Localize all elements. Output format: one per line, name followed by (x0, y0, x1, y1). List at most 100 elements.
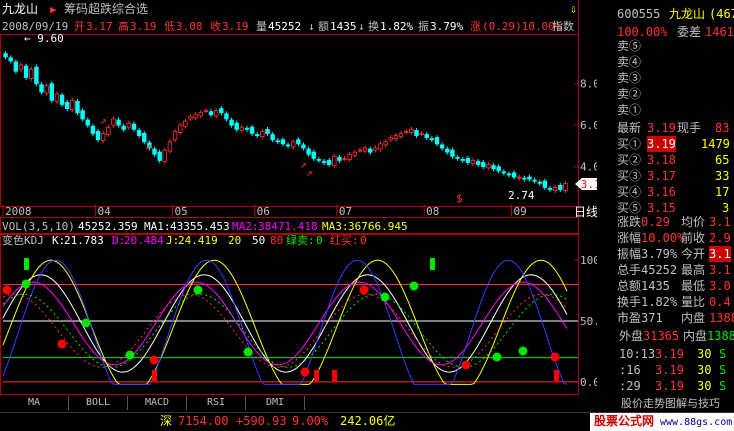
close-label: 收 (210, 20, 221, 33)
stat-value: 3.1 (709, 246, 731, 262)
tab-macd[interactable]: MACD (128, 396, 187, 410)
signal-bar (152, 370, 157, 382)
stat-value: 45252 (641, 263, 678, 277)
signal-dot (149, 355, 159, 365)
candle-body (198, 112, 203, 117)
chart-area[interactable]: 8.00 6.00 4.00 2008 04 05 06 07 08 09 日线 ← 9.60 2.74… (0, 0, 597, 412)
stat-label: 最高 (681, 263, 706, 277)
index-value: 7154.00 (178, 414, 229, 428)
tab-rsi[interactable]: RSI (187, 396, 246, 410)
candle-body (224, 113, 229, 120)
kdj-tick-label: 50.00 (580, 315, 597, 328)
candle-body (532, 179, 537, 182)
quote-stock-name: 九龙山 (669, 7, 706, 21)
stock-code: 600555 (617, 7, 661, 21)
stat-label: 均价 (681, 215, 706, 229)
candle-body (183, 120, 188, 127)
stock-name: 九龙山 (2, 2, 39, 16)
tab-ma[interactable]: MA (0, 396, 69, 410)
tab-dmi[interactable]: DMI (246, 396, 305, 410)
panel-footer-text[interactable]: 股价走势图解与技巧 (621, 396, 720, 412)
candle-body (59, 94, 65, 105)
buy-level-label: 买④ (617, 185, 642, 199)
trade-row: 10:13 3.19 30 S (597, 346, 734, 362)
candle-body (65, 101, 70, 109)
amplitude-label: 振 (418, 20, 429, 33)
outer-inner-row: 外盘 31365 内盘 1388 (597, 328, 734, 344)
candle-body (368, 148, 373, 153)
candle-body (496, 166, 501, 172)
ma2-label: MA2: (232, 220, 259, 233)
down-arrow-icon: ↓ (308, 20, 315, 33)
ma3-label: MA3: (322, 220, 349, 233)
open-value: 3.17 (86, 20, 113, 33)
candle-body (172, 131, 178, 141)
signal-dot (461, 360, 471, 370)
index-pct: 9.00% (292, 414, 329, 428)
candle-body (404, 131, 409, 133)
watermark-url: www.88gs.com (660, 417, 733, 428)
pin-icon[interactable]: ⇩ (570, 2, 582, 16)
current-hand-value: 83 (715, 121, 730, 135)
candle-body (219, 108, 224, 114)
trade-price: 3.19 (655, 363, 684, 377)
signal-dot (125, 350, 135, 360)
ohlc-info-line: 2008/09/19 开 3.17 高 3.19 低 3.08 收 3.19 量… (0, 20, 578, 33)
kdj-tick-label: 100.00 (580, 254, 597, 267)
candle-body (388, 137, 393, 141)
trade-time: :29 (619, 379, 641, 393)
signal-dot (21, 279, 31, 289)
buy-level-volume: 17 (715, 185, 730, 199)
stat-value: 1388 (709, 311, 734, 325)
candle-body (34, 66, 39, 85)
candle-body (244, 127, 250, 130)
latest-price: 3.19 (647, 121, 676, 135)
stat-label: 涨跌 (617, 215, 642, 229)
candle-body (517, 176, 522, 179)
candle-body (373, 147, 378, 151)
candle-body (75, 100, 80, 114)
signal-dot (57, 339, 67, 349)
trade-time: 10:13 (619, 347, 656, 361)
candle-body (316, 159, 322, 161)
candle-body (193, 114, 198, 119)
down-arrow-icon: ↓ (358, 20, 365, 33)
trade-volume: 30 (697, 347, 712, 361)
k-value: 21.783 (64, 234, 104, 247)
buy-level-price: 3.17 (647, 169, 676, 183)
buy-signal-icon: ↗ (145, 140, 152, 153)
stat-label: 换手 (617, 295, 642, 309)
candle-body (39, 84, 44, 93)
candle-body (434, 137, 440, 145)
candle-body (131, 123, 137, 130)
indicator-arrow-icon[interactable]: ▶ (50, 3, 57, 16)
indicator-name[interactable]: 筹码超跌综合选 (64, 3, 148, 16)
candle-body (95, 131, 101, 141)
candle-body (188, 116, 193, 120)
sell-signal-icon: $ (456, 192, 463, 205)
amplitude-value: 3.79% (430, 20, 464, 33)
volume-value: 45252 (268, 20, 302, 33)
signal-dot (492, 352, 502, 362)
latest-label: 最新 (617, 121, 642, 135)
ref-line-20: 20 (228, 234, 242, 247)
amount-label: 额 (318, 20, 329, 33)
buy-level-price: 3.16 (647, 185, 676, 199)
candle-body (398, 133, 404, 137)
candle-body (70, 99, 75, 111)
sell-level-row: 卖⑤ (597, 38, 734, 54)
outer-label: 外盘 (619, 329, 644, 343)
panel-footer[interactable]: 股价走势图解与技巧 (597, 396, 734, 412)
kdj-info-line: 变色KDJ K: 21.783 D: 20.484 J: 24.419 20 5… (0, 234, 578, 247)
candle-body (275, 140, 280, 143)
price-tick-label: 4.00 (580, 161, 597, 174)
signal-dot (518, 346, 528, 356)
signal-dot (380, 292, 390, 302)
candle-body (332, 155, 337, 167)
candle-body (326, 160, 332, 165)
tab-boll[interactable]: BOLL (69, 396, 128, 410)
candle-body (511, 172, 517, 178)
quote-date: 2008/09/19 (2, 20, 69, 33)
buy-level-price: 3.19 (647, 136, 676, 152)
index-label[interactable]: 指数 (552, 20, 574, 33)
